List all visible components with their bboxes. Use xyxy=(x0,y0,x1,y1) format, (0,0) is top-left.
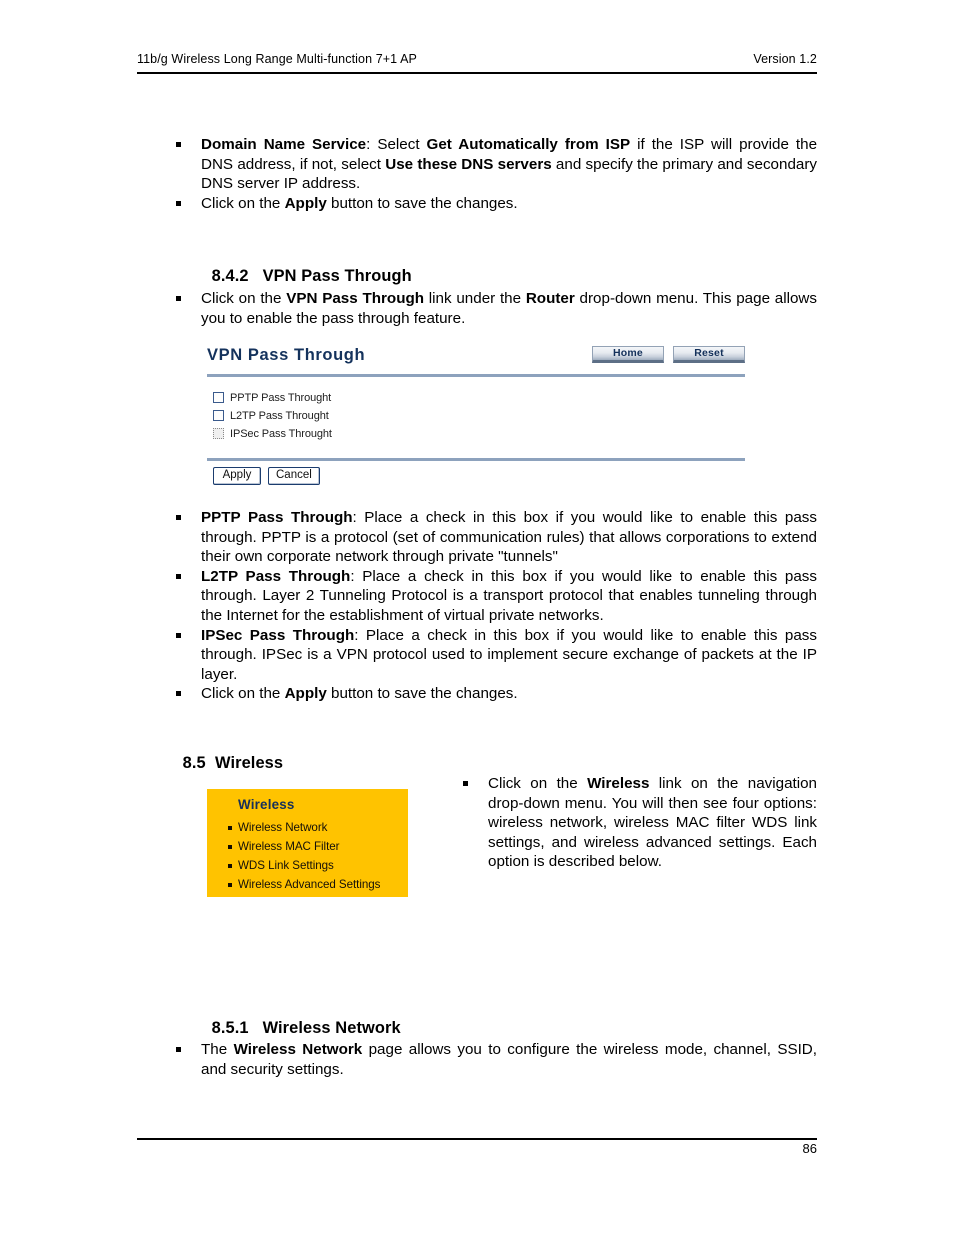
vpn-panel-actions: Apply Cancel xyxy=(213,467,320,485)
bullet-vpn-intro: Click on the VPN Pass Through link under… xyxy=(168,289,817,328)
menu-item-label: Wireless MAC Filter xyxy=(238,840,340,853)
heading-8-5-1-title: Wireless Network xyxy=(262,1019,401,1037)
wireless-note-list: Click on the Wireless link on the naviga… xyxy=(455,774,817,872)
pass-through-bullet-list: PPTP Pass Through: Place a check in this… xyxy=(168,508,817,704)
ipsec-checkbox[interactable] xyxy=(213,428,224,439)
pt-apply-text-1: Click on the xyxy=(201,685,285,703)
footer-divider xyxy=(137,1138,817,1140)
vpn-panel-titlebar: VPN Pass Through Home Reset xyxy=(207,345,745,373)
apply-button[interactable]: Apply xyxy=(213,467,261,485)
menu-bullet-icon xyxy=(228,864,232,868)
vpn-intro-bold-2: Router xyxy=(525,290,575,307)
wn-intro-text-1: The xyxy=(201,1041,234,1058)
menu-item-label: WDS Link Settings xyxy=(238,859,334,872)
bullet-square-icon xyxy=(176,1047,181,1052)
ipsec-term: IPSec Pass Through xyxy=(201,626,355,644)
vpn-intro-text-1: Click on the xyxy=(201,290,287,307)
menu-bullet-icon xyxy=(228,845,232,849)
wireless-menu-list: Wireless Network Wireless MAC Filter WDS… xyxy=(207,818,408,894)
pt-apply-bold-1: Apply xyxy=(284,685,327,703)
apply-text-2: button to save the changes. xyxy=(326,194,518,212)
heading-8-5-1-number: 8.5.1 xyxy=(211,1019,249,1037)
l2tp-checkbox[interactable] xyxy=(213,410,224,421)
dns-text-1: : Select xyxy=(366,136,427,153)
section-842-intro-block: Click on the VPN Pass Through link under… xyxy=(168,289,817,328)
wireless-menu-title: Wireless xyxy=(238,797,295,812)
section-842-bullet-list: Click on the VPN Pass Through link under… xyxy=(168,289,817,328)
bullet-ipsec-pass-through: IPSec Pass Through: Place a check in thi… xyxy=(168,626,817,685)
menu-item-label: Wireless Network xyxy=(238,821,328,834)
bullet-square-icon xyxy=(463,781,468,786)
l2tp-pass-through-row[interactable]: L2TP Pass Throught xyxy=(213,407,332,424)
bullet-apply-intro: Click on the Apply button to save the ch… xyxy=(168,194,817,214)
menu-item-wds-link-settings[interactable]: WDS Link Settings xyxy=(207,856,408,875)
dns-term: Domain Name Service xyxy=(201,136,367,153)
heading-8-4-2-title: VPN Pass Through xyxy=(262,267,412,285)
pass-through-bullet-block: PPTP Pass Through: Place a check in this… xyxy=(168,508,817,704)
intro-bullet-list: Domain Name Service: Select Get Automati… xyxy=(168,135,817,213)
wireless-note-block: Click on the Wireless link on the naviga… xyxy=(455,774,817,872)
dns-bold-2: Use these DNS servers xyxy=(385,155,552,173)
reset-button[interactable]: Reset xyxy=(673,346,745,363)
wireless-note-bold-1: Wireless xyxy=(587,775,650,792)
header-divider xyxy=(137,72,817,74)
bullet-domain-name-service: Domain Name Service: Select Get Automati… xyxy=(168,135,817,194)
dns-bold-1: Get Automatically from ISP xyxy=(426,136,631,153)
running-header: 11b/g Wireless Long Range Multi-function… xyxy=(137,52,817,66)
vpn-intro-bold-1: VPN Pass Through xyxy=(286,290,425,307)
cancel-button[interactable]: Cancel xyxy=(268,467,320,485)
pptp-checkbox-label: PPTP Pass Throught xyxy=(230,391,332,404)
vpn-panel-toolbar: Home Reset xyxy=(592,346,745,363)
l2tp-term: L2TP Pass Through xyxy=(201,567,351,585)
page-number: 86 xyxy=(802,1141,817,1156)
vpn-pass-through-panel: VPN Pass Through Home Reset PPTP Pass Th… xyxy=(207,345,745,491)
wireless-note-text-1: Click on the xyxy=(488,775,588,792)
menu-item-wireless-mac-filter[interactable]: Wireless MAC Filter xyxy=(207,837,408,856)
header-version: Version 1.2 xyxy=(753,52,817,66)
header-title: 11b/g Wireless Long Range Multi-function… xyxy=(137,52,417,66)
apply-text-1: Click on the xyxy=(201,194,285,212)
menu-item-label: Wireless Advanced Settings xyxy=(238,878,381,891)
vpn-intro-text-2: link under the xyxy=(424,290,526,307)
home-button[interactable]: Home xyxy=(592,346,664,363)
section-851-bullet-list: The Wireless Network page allows you to … xyxy=(168,1040,817,1079)
ipsec-pass-through-row[interactable]: IPSec Pass Throught xyxy=(213,425,332,442)
pptp-term: PPTP Pass Through xyxy=(201,509,353,526)
pt-apply-text-2: button to save the changes. xyxy=(326,685,518,703)
bullet-wireless-network-intro: The Wireless Network page allows you to … xyxy=(168,1040,817,1079)
section-851-intro-block: The Wireless Network page allows you to … xyxy=(168,1040,817,1079)
bullet-l2tp-pass-through: L2TP Pass Through: Place a check in this… xyxy=(168,567,817,626)
vpn-checkbox-group: PPTP Pass Throught L2TP Pass Throught IP… xyxy=(213,389,332,443)
heading-8-5: 8.5 Wireless xyxy=(164,735,283,792)
menu-item-wireless-advanced-settings[interactable]: Wireless Advanced Settings xyxy=(207,875,408,894)
wn-intro-bold-1: Wireless Network xyxy=(233,1041,363,1058)
heading-8-4-2-number: 8.4.2 xyxy=(211,267,249,285)
bullet-square-icon xyxy=(176,296,181,301)
intro-bullet-block: Domain Name Service: Select Get Automati… xyxy=(168,135,817,213)
vpn-panel-bottom-divider xyxy=(207,458,745,461)
bullet-square-icon xyxy=(176,142,181,147)
bullet-square-icon xyxy=(176,691,181,697)
l2tp-checkbox-label: L2TP Pass Throught xyxy=(230,409,329,422)
bullet-square-icon xyxy=(176,573,181,579)
apply-bold-1: Apply xyxy=(284,194,327,212)
bullet-apply-pass-through: Click on the Apply button to save the ch… xyxy=(168,684,817,704)
bullet-pptp-pass-through: PPTP Pass Through: Place a check in this… xyxy=(168,508,817,567)
bullet-wireless-note: Click on the Wireless link on the naviga… xyxy=(455,774,817,872)
bullet-square-icon xyxy=(176,200,181,206)
vpn-panel-top-divider xyxy=(207,374,745,377)
pptp-checkbox[interactable] xyxy=(213,392,224,403)
bullet-square-icon xyxy=(176,632,181,638)
ipsec-checkbox-label: IPSec Pass Throught xyxy=(230,427,332,440)
document-page: 11b/g Wireless Long Range Multi-function… xyxy=(0,0,954,1235)
menu-bullet-icon xyxy=(228,826,232,830)
pptp-pass-through-row[interactable]: PPTP Pass Throught xyxy=(213,389,332,406)
menu-item-wireless-network[interactable]: Wireless Network xyxy=(207,818,408,837)
bullet-square-icon xyxy=(176,515,181,520)
vpn-panel-title: VPN Pass Through xyxy=(207,346,366,364)
wireless-nav-menu: Wireless Wireless Network Wireless MAC F… xyxy=(207,789,408,897)
menu-bullet-icon xyxy=(228,883,232,887)
heading-8-5-number: 8.5 xyxy=(182,754,206,772)
heading-8-5-title: Wireless xyxy=(215,754,284,772)
